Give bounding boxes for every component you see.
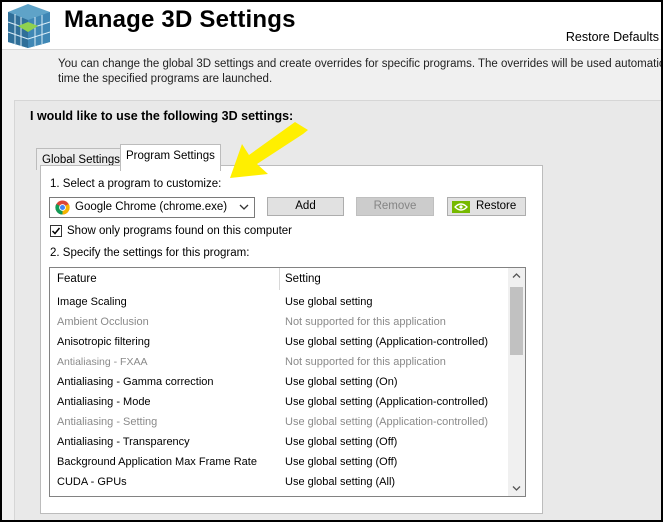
settings-panel: I would like to use the following 3D set… xyxy=(14,100,661,520)
table-row[interactable]: CUDA - GPUs Use global setting (All) xyxy=(50,472,508,492)
add-button[interactable]: Add xyxy=(267,197,344,216)
table-row[interactable]: Anisotropic filtering Use global setting … xyxy=(50,332,508,352)
scroll-up-icon[interactable] xyxy=(512,272,521,279)
list-scrollbar[interactable] xyxy=(508,268,525,496)
feature-cell: Antialiasing - Gamma correction xyxy=(57,376,214,388)
page-header: Manage 3D Settings Restore Defaults xyxy=(2,2,661,50)
table-row[interactable]: Antialiasing - Setting Use global setting… xyxy=(50,412,508,432)
remove-button[interactable]: Remove xyxy=(356,197,434,216)
feature-cell: Antialiasing - FXAA xyxy=(57,356,148,368)
select-program-label: 1. Select a program to customize: xyxy=(50,178,222,190)
column-header-feature[interactable]: Feature xyxy=(57,273,97,285)
feature-cell: Antialiasing - Mode xyxy=(57,396,151,408)
table-row[interactable]: Antialiasing - Mode Use global setting (A… xyxy=(50,392,508,412)
setting-cell: Use global setting (Off) xyxy=(285,436,398,448)
nvidia-logo-icon xyxy=(452,201,470,213)
feature-cell: Ambient Occlusion xyxy=(57,316,149,328)
settings-list: Feature Setting Image Scaling Use global … xyxy=(49,267,526,497)
feature-cell: Image Scaling xyxy=(57,296,127,308)
setting-cell: Use global setting (Application-controll… xyxy=(285,396,488,408)
3d-settings-icon xyxy=(7,4,51,48)
show-only-checkbox[interactable] xyxy=(50,225,62,237)
scroll-down-icon[interactable] xyxy=(512,485,521,492)
program-settings-tab-content: 1. Select a program to customize: Google… xyxy=(40,165,543,514)
setting-cell: Not supported for this application xyxy=(285,316,446,328)
column-divider[interactable] xyxy=(279,268,280,290)
feature-cell: Anisotropic filtering xyxy=(57,336,150,348)
settings-rows: Image Scaling Use global setting Ambient … xyxy=(50,292,508,492)
setting-cell: Use global setting (All) xyxy=(285,476,396,488)
tab-program-settings[interactable]: Program Settings xyxy=(120,144,221,171)
nvidia-control-panel-window: Manage 3D Settings Restore Defaults You … xyxy=(0,0,663,522)
program-select[interactable]: Google Chrome (chrome.exe) xyxy=(49,197,255,218)
annotation-arrow-icon xyxy=(230,122,308,178)
page-title: Manage 3D Settings xyxy=(64,6,296,33)
chrome-icon xyxy=(55,200,70,215)
feature-cell: Antialiasing - Transparency xyxy=(57,436,190,448)
restore-button[interactable]: Restore xyxy=(447,197,526,216)
setting-cell: Use global setting (On) xyxy=(285,376,398,388)
specify-settings-label: 2. Specify the settings for this program… xyxy=(50,247,250,259)
description-line: time the specified programs are launched… xyxy=(58,73,273,85)
table-row[interactable]: Antialiasing - FXAA Not supported for thi… xyxy=(50,352,508,372)
restore-defaults-link[interactable]: Restore Defaults xyxy=(566,30,659,44)
show-only-label[interactable]: Show only programs found on this compute… xyxy=(67,225,292,237)
program-select-value: Google Chrome (chrome.exe) xyxy=(75,201,228,213)
feature-cell: Antialiasing - Setting xyxy=(57,416,158,428)
setting-cell: Use global setting xyxy=(285,296,373,308)
checkmark-icon xyxy=(51,227,61,235)
list-header: Feature Setting xyxy=(50,268,508,290)
feature-cell: CUDA - GPUs xyxy=(57,476,127,488)
restore-button-label: Restore xyxy=(476,200,517,212)
table-row[interactable]: Antialiasing - Transparency Use global se… xyxy=(50,432,508,452)
column-header-setting[interactable]: Setting xyxy=(285,273,321,285)
setting-cell: Use global setting (Application-controll… xyxy=(285,416,488,428)
description-line: You can change the global 3D settings an… xyxy=(58,58,663,70)
table-row[interactable]: Background Application Max Frame Rate Use… xyxy=(50,452,508,472)
setting-cell: Use global setting (Application-controll… xyxy=(285,336,488,348)
table-row[interactable]: Ambient Occlusion Not supported for this … xyxy=(50,312,508,332)
feature-cell: Background Application Max Frame Rate xyxy=(57,456,257,468)
table-row[interactable]: Antialiasing - Gamma correction Use globa… xyxy=(50,372,508,392)
setting-cell: Not supported for this application xyxy=(285,356,446,368)
scrollbar-thumb[interactable] xyxy=(510,287,523,355)
chevron-down-icon xyxy=(239,204,249,210)
table-row[interactable]: Image Scaling Use global setting xyxy=(50,292,508,312)
setting-cell: Use global setting (Off) xyxy=(285,456,398,468)
page-description: You can change the global 3D settings an… xyxy=(58,57,663,87)
